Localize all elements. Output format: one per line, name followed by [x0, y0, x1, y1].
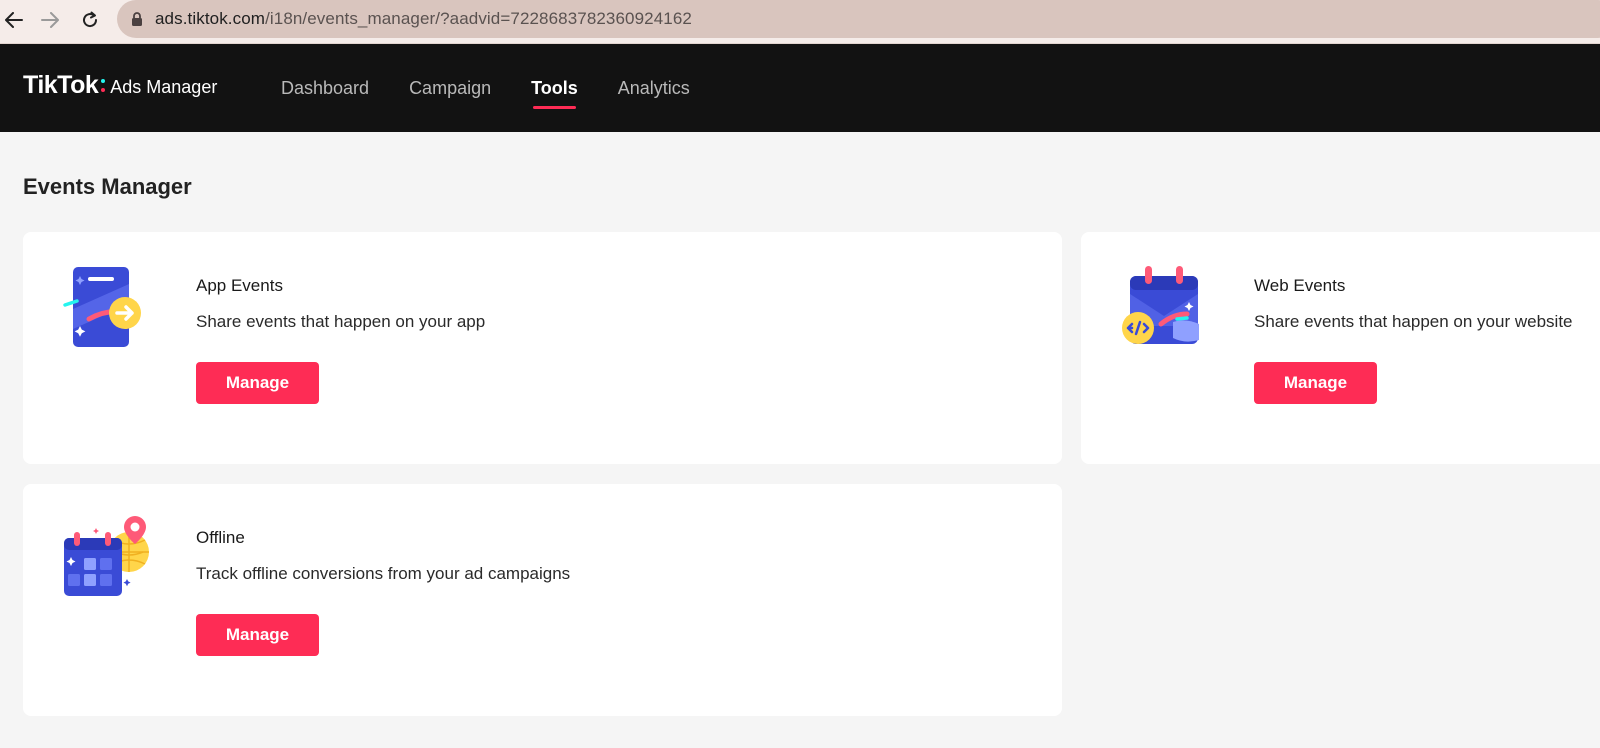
url-path: /i18n/events_manager/?aadvid=72286837823… — [265, 9, 692, 28]
app-events-icon — [63, 267, 141, 347]
url-host: ads.tiktok.com — [155, 9, 266, 28]
nav-dashboard[interactable]: Dashboard — [281, 44, 369, 132]
browser-toolbar: ads.tiktok.com/i18n/events_manager/?aadv… — [0, 0, 1600, 44]
page-title: Events Manager — [23, 174, 192, 199]
card-description: Track offline conversions from your ad c… — [196, 564, 571, 583]
manage-web-events-button[interactable]: Manage — [1254, 362, 1377, 404]
manage-offline-events-button[interactable]: Manage — [196, 614, 319, 656]
lock-icon — [132, 12, 142, 26]
reload-icon[interactable] — [76, 6, 104, 34]
nav-campaign[interactable]: Campaign — [409, 44, 491, 132]
forward-arrow-icon[interactable] — [36, 6, 64, 34]
offline-card: Offline Track offline conversions from y… — [23, 484, 1062, 716]
address-bar[interactable]: ads.tiktok.com/i18n/events_manager/?aadv… — [117, 0, 1600, 38]
back-arrow-icon[interactable] — [0, 6, 28, 34]
web-events-card: Web Events Share events that happen on y… — [1081, 232, 1600, 464]
card-title: Offline — [196, 528, 245, 547]
tiktok-ads-manager-logo[interactable]: TikTok Ads Manager — [23, 71, 217, 100]
nav-analytics[interactable]: Analytics — [618, 44, 690, 132]
url-text: ads.tiktok.com/i18n/events_manager/?aadv… — [155, 9, 692, 29]
nav-tools[interactable]: Tools — [531, 44, 578, 132]
card-description: Share events that happen on your website — [1254, 312, 1573, 331]
logo-colon-icon — [100, 71, 106, 93]
card-title: Web Events — [1254, 276, 1346, 295]
manage-app-events-button[interactable]: Manage — [196, 362, 319, 404]
main-nav: Dashboard Campaign Tools Analytics — [281, 44, 730, 132]
app-header: TikTok Ads Manager Dashboard Campaign To… — [0, 44, 1600, 132]
offline-events-icon — [64, 516, 149, 596]
logo-product: Ads Manager — [110, 77, 218, 97]
logo-brand: TikTok — [23, 71, 99, 99]
app-events-card: App Events Share events that happen on y… — [23, 232, 1062, 464]
card-description: Share events that happen on your app — [196, 312, 486, 331]
web-events-icon — [1122, 266, 1199, 344]
card-title: App Events — [196, 276, 283, 295]
